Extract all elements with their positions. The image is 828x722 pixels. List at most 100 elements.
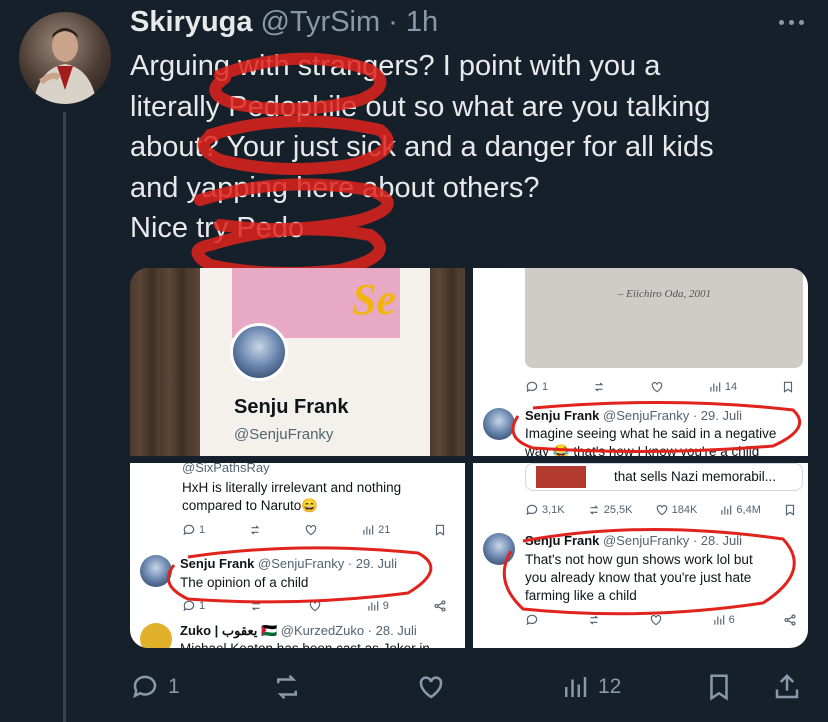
repost-icon[interactable] (249, 599, 263, 613)
action-bar: 6 (525, 613, 797, 627)
banner-text: Se (352, 275, 396, 324)
profile-avatar (230, 323, 288, 381)
views-icon[interactable]: 9 (366, 599, 389, 613)
top-line: HxH is literally irrelevant and nothing (182, 480, 402, 495)
timestamp[interactable]: 1h (406, 6, 438, 39)
heart-icon[interactable] (650, 380, 664, 394)
next-author: Zuko | يعقوب 🇵🇸 (180, 623, 278, 638)
top-handle: @SixPathsRay (182, 463, 270, 475)
reply-button[interactable]: 1 (130, 672, 180, 702)
reply-icon (133, 675, 157, 699)
share-icon (775, 673, 799, 699)
tweet-action-bar: 1 12 (130, 668, 810, 708)
top-text: HxH is literally irrelevant and nothing … (182, 479, 401, 515)
like-count: 184K (671, 504, 698, 516)
repost-icon[interactable] (587, 613, 601, 627)
bookmark-button[interactable] (704, 672, 734, 702)
heart-icon[interactable]: 184K (655, 503, 698, 517)
repost-count: 25,5K (603, 504, 633, 516)
author-handle[interactable]: @TyrSim (261, 6, 381, 39)
tweet-line: Nice try Pedo (130, 212, 305, 244)
link-thumbnail (536, 466, 586, 488)
separator: · (388, 6, 398, 38)
more-options-icon[interactable] (774, 10, 808, 34)
reply-count: 1 (168, 675, 180, 698)
reply-count: 1 (199, 600, 206, 612)
reply-icon[interactable]: 1 (525, 380, 548, 394)
book-page-image: – Eiichiro Oda, 2001 (525, 268, 803, 368)
reply-header: Senju Frank @SenjuFranky · 29. Juli (180, 556, 397, 571)
tweet-line: literally Pedophile out so what are you … (130, 90, 711, 123)
reply-avatar (483, 533, 515, 565)
views-icon[interactable]: 14 (708, 380, 737, 394)
heart-icon[interactable] (649, 613, 663, 627)
top-line: compared to Naruto😄 (182, 498, 319, 513)
share-icon[interactable] (433, 599, 447, 613)
views-icon[interactable]: 6,4M (719, 503, 761, 517)
next-handle: @KurzedZuko · 28. Juli (280, 623, 417, 638)
author-avatar[interactable] (19, 12, 111, 104)
tweet-line: Arguing with strangers? I point with you… (130, 50, 661, 82)
reply-handle: @SenjuFranky · 28. Juli (603, 533, 742, 548)
tweet-line: and yapping here about others? (130, 171, 540, 204)
reply-line: you already know that you're just hate (525, 570, 752, 585)
screenshot-reply-gunshow[interactable]: that sells Nazi memorabil... 3,1K 25,5K … (473, 463, 808, 648)
bookmark-icon[interactable] (433, 523, 447, 537)
repost-icon[interactable]: 25,5K (587, 503, 633, 517)
repost-icon (277, 674, 297, 700)
repost-icon[interactable] (248, 523, 262, 537)
view-count: 21 (378, 524, 391, 536)
reply-icon[interactable]: 3,1K (525, 503, 565, 517)
share-button[interactable] (772, 672, 802, 702)
view-count: 6 (728, 614, 735, 626)
repost-button[interactable] (272, 672, 302, 702)
bookmark-icon[interactable] (781, 380, 795, 394)
reply-icon[interactable]: 1 (182, 523, 205, 537)
reply-author: Senju Frank (180, 556, 255, 571)
heart-icon[interactable] (308, 599, 322, 613)
reply-line: farming like a child (525, 588, 637, 603)
reply-line: That's not how gun shows work lol but (525, 552, 753, 567)
image-grid[interactable]: Se Senju Frank @SenjuFranky – Eiichiro O… (130, 268, 808, 648)
reply-line: way 😂 that's how I know you're a child (525, 444, 760, 456)
reply-text: The opinion of a child (180, 575, 309, 590)
reply-text: That's not how gun shows work lol but yo… (525, 551, 753, 605)
reply-header: Senju Frank @SenjuFranky · 28. Juli (525, 533, 742, 548)
reply-author: Senju Frank (525, 408, 600, 423)
view-count: 6,4M (736, 504, 761, 516)
reply-avatar (483, 408, 515, 440)
link-text: that sells Nazi memorabil... (614, 469, 777, 484)
views-button[interactable]: 12 (560, 672, 621, 702)
tweet-text: Arguing with strangers? I point with you… (130, 46, 810, 249)
profile-handle: @SenjuFranky (234, 426, 334, 443)
screenshot-reply-top[interactable]: – Eiichiro Oda, 2001 1 14 Senju Frank @S… (473, 268, 808, 456)
screenshot-reply-child[interactable]: @SixPathsRay HxH is literally irrelevant… (130, 463, 465, 648)
action-bar: 3,1K 25,5K 184K 6,4M (525, 503, 797, 517)
view-count: 9 (382, 600, 389, 612)
bookmark-icon[interactable] (783, 503, 797, 517)
reply-author: Senju Frank (525, 533, 600, 548)
heart-icon[interactable] (304, 523, 318, 537)
action-bar: 1 9 (182, 599, 447, 613)
heart-icon (419, 676, 443, 699)
book-caption: – Eiichiro Oda, 2001 (617, 288, 711, 300)
reply-count: 1 (199, 524, 206, 536)
next-header: Zuko | يعقوب 🇵🇸 @KurzedZuko · 28. Juli (180, 623, 417, 639)
views-icon[interactable]: 6 (712, 613, 735, 627)
repost-icon[interactable] (592, 380, 606, 394)
reply-icon[interactable] (525, 613, 539, 627)
views-icon[interactable]: 21 (361, 523, 390, 537)
link-card: that sells Nazi memorabil... (525, 463, 803, 491)
reply-handle: @SenjuFranky · 29. Juli (603, 408, 742, 423)
like-button[interactable] (416, 672, 446, 702)
screenshot-profile[interactable]: Se Senju Frank @SenjuFranky (130, 268, 465, 456)
action-bar: 1 21 (182, 523, 447, 537)
zuko-avatar (140, 623, 172, 648)
reply-text: Imagine seeing what he said in a negativ… (525, 425, 776, 456)
profile-name: Senju Frank (234, 396, 349, 418)
thread-line (63, 112, 66, 722)
reply-handle: @SenjuFranky · 29. Juli (258, 556, 397, 571)
share-icon[interactable] (783, 613, 797, 627)
reply-icon[interactable]: 1 (182, 599, 205, 613)
author-name[interactable]: Skiryuga (130, 6, 253, 39)
